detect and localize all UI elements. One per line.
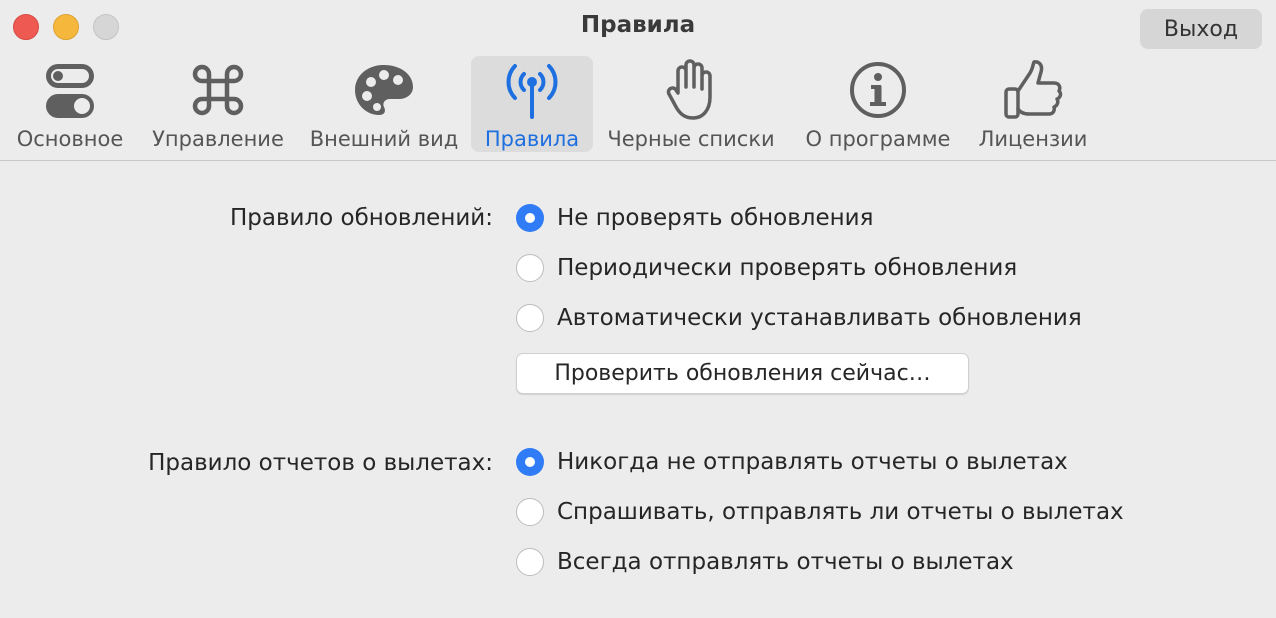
radio-button[interactable] xyxy=(516,254,544,282)
radio-button[interactable] xyxy=(516,548,544,576)
tab-licenses-label: Лицензии xyxy=(978,127,1088,151)
tab-blacklists-label: Черные списки xyxy=(607,127,775,151)
tab-licenses[interactable]: Лицензии xyxy=(971,56,1095,152)
palette-icon xyxy=(304,58,464,122)
hand-icon xyxy=(603,58,779,122)
thumbs-up-icon xyxy=(971,58,1095,122)
crash-option-always-label: Всегда отправлять отчеты о вылетах xyxy=(557,549,1014,575)
preferences-window: Правила Выход Основное Управление Внешни… xyxy=(0,0,1276,618)
crash-option-never-label: Никогда не отправлять отчеты о вылетах xyxy=(557,449,1068,475)
crash-option-ask-label: Спрашивать, отправлять ли отчеты о вылет… xyxy=(557,499,1124,525)
tab-policies[interactable]: Правила xyxy=(471,56,593,152)
update-option-periodic[interactable]: Периодически проверять обновления xyxy=(516,254,1017,282)
update-option-periodic-label: Периодически проверять обновления xyxy=(557,255,1018,281)
info-icon xyxy=(797,58,959,122)
tab-general[interactable]: Основное xyxy=(8,56,132,152)
radio-button[interactable] xyxy=(516,448,544,476)
radio-button[interactable] xyxy=(516,204,544,232)
tab-general-label: Основное xyxy=(16,127,124,151)
tab-about-label: О программе xyxy=(805,127,951,151)
exit-button[interactable]: Выход xyxy=(1140,9,1262,49)
tab-controls-label: Управление xyxy=(152,127,284,151)
toggles-icon xyxy=(8,58,132,122)
crash-option-never[interactable]: Никогда не отправлять отчеты о вылетах xyxy=(516,448,1068,476)
tab-controls[interactable]: Управление xyxy=(144,56,292,152)
window-title: Правила xyxy=(580,12,696,38)
crash-report-policy-label: Правило отчетов о вылетах: xyxy=(148,450,493,476)
update-option-never[interactable]: Не проверять обновления xyxy=(516,204,873,232)
crash-option-always[interactable]: Всегда отправлять отчеты о вылетах xyxy=(516,548,1014,576)
update-option-auto-label: Автоматически устанавливать обновления xyxy=(557,305,1082,331)
command-icon xyxy=(144,58,292,122)
check-updates-now-button[interactable]: Проверить обновления сейчас… xyxy=(516,353,969,394)
tab-appearance-label: Внешний вид xyxy=(309,127,459,151)
radio-button[interactable] xyxy=(516,304,544,332)
tab-about[interactable]: О программе xyxy=(797,56,959,152)
toolbar-divider xyxy=(0,160,1276,161)
tab-appearance[interactable]: Внешний вид xyxy=(304,56,464,152)
tab-blacklists[interactable]: Черные списки xyxy=(603,56,779,152)
update-option-never-label: Не проверять обновления xyxy=(557,205,874,231)
crash-option-ask[interactable]: Спрашивать, отправлять ли отчеты о вылет… xyxy=(516,498,1124,526)
update-option-auto[interactable]: Автоматически устанавливать обновления xyxy=(516,304,1082,332)
tab-policies-label: Правила xyxy=(484,127,580,151)
antenna-icon xyxy=(471,58,593,122)
radio-button[interactable] xyxy=(516,498,544,526)
preferences-toolbar: Основное Управление Внешний вид Правила … xyxy=(0,56,1276,160)
update-policy-label: Правило обновлений: xyxy=(229,205,493,231)
